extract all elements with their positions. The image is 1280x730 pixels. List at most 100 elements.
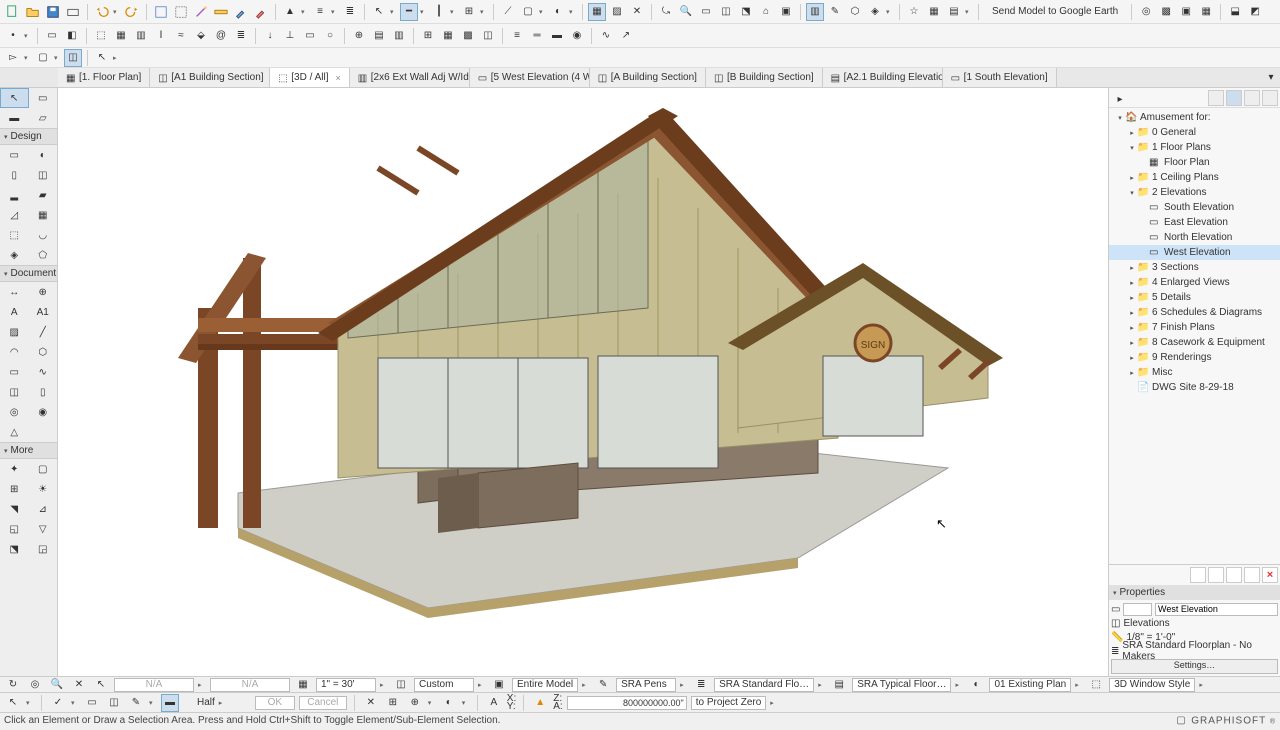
nav-cfg-icon[interactable]: ▸	[1111, 90, 1129, 108]
tr2-r-icon[interactable]: ▥	[390, 27, 408, 45]
nav-tab-project[interactable]	[1208, 90, 1224, 106]
marquee-icon[interactable]	[172, 3, 190, 21]
tr2-k-icon[interactable]: ≣	[232, 27, 250, 45]
zoom-icon[interactable]: 🔍	[677, 3, 695, 21]
q1-a-icon[interactable]: ↻	[4, 676, 22, 694]
ws-tool[interactable]: ◉	[29, 402, 58, 422]
guide-h-icon[interactable]: ━	[400, 3, 418, 21]
tr2-u-icon[interactable]: ▩	[459, 27, 477, 45]
tr2-ab-icon[interactable]: ↗	[617, 27, 635, 45]
view1-icon[interactable]: ◫	[717, 3, 735, 21]
window-tool[interactable]: ◫	[29, 165, 58, 185]
nav-btn-2[interactable]	[1208, 567, 1224, 583]
dim-tool[interactable]: ↔	[0, 282, 29, 302]
solidop-icon[interactable]: ✎	[826, 3, 844, 21]
q1-j-icon[interactable]: ▤	[830, 676, 848, 694]
sheet-icon[interactable]: ▦	[925, 3, 943, 21]
level-tool[interactable]: ⊕	[29, 282, 58, 302]
tab-floor-plan[interactable]: ▦[1. Floor Plan]	[58, 68, 150, 87]
dropper-icon[interactable]	[232, 3, 250, 21]
coord-readout[interactable]: 800000000.00"	[567, 696, 687, 710]
ruler-icon[interactable]	[212, 3, 230, 21]
group-icon[interactable]: ▢	[519, 3, 537, 21]
nav-btn-delete[interactable]: ×	[1262, 567, 1278, 583]
poly-tool[interactable]: ⬡	[29, 342, 58, 362]
q2-h-icon[interactable]: ⊕	[406, 694, 424, 712]
pick-icon[interactable]	[152, 3, 170, 21]
fit-icon[interactable]: ▭	[697, 3, 715, 21]
arrange-icon[interactable]: ▲	[281, 3, 299, 21]
tr2-aa-icon[interactable]: ∿	[597, 27, 615, 45]
mesh-tool[interactable]: ▱	[29, 108, 58, 128]
align-icon[interactable]: ≣	[341, 3, 359, 21]
mr-a-icon[interactable]: ▻	[4, 49, 22, 67]
mr-b-icon[interactable]: ▢	[34, 49, 52, 67]
obj-tool[interactable]: ◈	[0, 245, 29, 265]
tree-details[interactable]: ▸📁5 Details	[1109, 290, 1280, 305]
line-tool[interactable]: ╱	[29, 322, 58, 342]
mr-c-icon[interactable]: ◫	[64, 49, 82, 67]
q2-d-icon[interactable]: ✎	[127, 694, 145, 712]
shell-tool[interactable]: ◡	[29, 225, 58, 245]
send-google-earth-button[interactable]: Send Model to Google Earth	[984, 6, 1126, 17]
label-tool[interactable]: A1	[29, 302, 58, 322]
mr-arrow-dd[interactable]: ▸	[113, 54, 121, 62]
properties-header[interactable]: Properties	[1109, 585, 1280, 600]
q2-arrow-icon[interactable]: ↖	[4, 694, 22, 712]
name-field[interactable]	[1155, 603, 1278, 616]
shell-icon[interactable]: ◈	[866, 3, 884, 21]
q1-e-icon[interactable]: ▦	[294, 676, 312, 694]
tree-dwg[interactable]: 📄DWG Site 8-29-18	[1109, 380, 1280, 395]
ext6-icon[interactable]: ◩	[1246, 3, 1264, 21]
tr2-a-icon[interactable]: •	[4, 27, 22, 45]
q2-a-icon[interactable]: ✓	[49, 694, 67, 712]
q2-f-icon[interactable]: ✕	[362, 694, 380, 712]
navigator-tree[interactable]: ▾🏠Amusement for: ▸📁0 General ▾📁1 Floor P…	[1109, 108, 1280, 564]
zone-tool[interactable]: ▢	[29, 459, 58, 479]
trace-ref-icon[interactable]: ▥	[806, 3, 824, 21]
tr2-t-icon[interactable]: ▦	[439, 27, 457, 45]
3dstyle-select[interactable]: 3D Window Style	[1109, 678, 1195, 692]
tree-schedules[interactable]: ▸📁6 Schedules & Diagrams	[1109, 305, 1280, 320]
tr2-y-icon[interactable]: ▬	[548, 27, 566, 45]
tree-north-elev[interactable]: ▭North Elevation	[1109, 230, 1280, 245]
text-tool[interactable]: A	[0, 302, 29, 322]
other-tool[interactable]: ▽	[29, 519, 58, 539]
tab-3d-all[interactable]: ⬚[3D / All]×	[270, 68, 350, 87]
q2-e-icon[interactable]: ▬	[161, 694, 179, 712]
tab-west-elev[interactable]: ▭[5 West Elevation (4 W…	[470, 68, 590, 87]
guide-v-icon[interactable]: ┃	[430, 3, 448, 21]
q2-g-icon[interactable]: ⊞	[384, 694, 402, 712]
tab-b-section[interactable]: ◫[B Building Section]	[706, 68, 823, 87]
ext2-icon[interactable]: ▩	[1157, 3, 1175, 21]
ie-tool[interactable]: ◱	[0, 519, 29, 539]
model-filter-select[interactable]: Entire Model	[512, 678, 578, 692]
stair-tool[interactable]: ⬚	[0, 225, 29, 245]
rad-tool[interactable]: ⊿	[29, 499, 58, 519]
att2-tool[interactable]: ◲	[29, 539, 58, 559]
toolbox-head-more[interactable]: More	[0, 442, 57, 459]
3d-viewport[interactable]: SIGN ↖	[58, 88, 1108, 676]
distribute-icon[interactable]: ≡	[311, 3, 329, 21]
change-tool[interactable]: △	[0, 422, 29, 442]
sec-tool[interactable]: ◫	[0, 382, 29, 402]
nav-tab-viewmap[interactable]	[1226, 90, 1242, 106]
tr2-g-icon[interactable]: Ⅰ	[152, 27, 170, 45]
tr2-n-icon[interactable]: ▭	[301, 27, 319, 45]
layercombo-select[interactable]: SRA Standard Flo…	[714, 678, 814, 692]
cap-icon[interactable]: ▤	[945, 3, 963, 21]
draw-tool[interactable]: ▭	[0, 362, 29, 382]
nav-tab-publisher[interactable]	[1262, 90, 1278, 106]
lamp-tool[interactable]: ☀	[29, 479, 58, 499]
tree-misc[interactable]: ▸📁Misc	[1109, 365, 1280, 380]
q2-k-icon[interactable]: ▲	[531, 694, 549, 712]
tree-casework[interactable]: ▸📁8 Casework & Equipment	[1109, 335, 1280, 350]
col-tool[interactable]: ▯	[0, 165, 29, 185]
tr2-f-icon[interactable]: ▥	[132, 27, 150, 45]
q1-f-icon[interactable]: ◫	[392, 676, 410, 694]
tr2-e-icon[interactable]: ▦	[112, 27, 130, 45]
tr2-c-icon[interactable]: ◧	[63, 27, 81, 45]
toolbox-head-design[interactable]: Design	[0, 128, 57, 145]
home-icon[interactable]: ⌂	[757, 3, 775, 21]
tab-south-elev[interactable]: ▭[1 South Elevation]	[943, 68, 1057, 87]
